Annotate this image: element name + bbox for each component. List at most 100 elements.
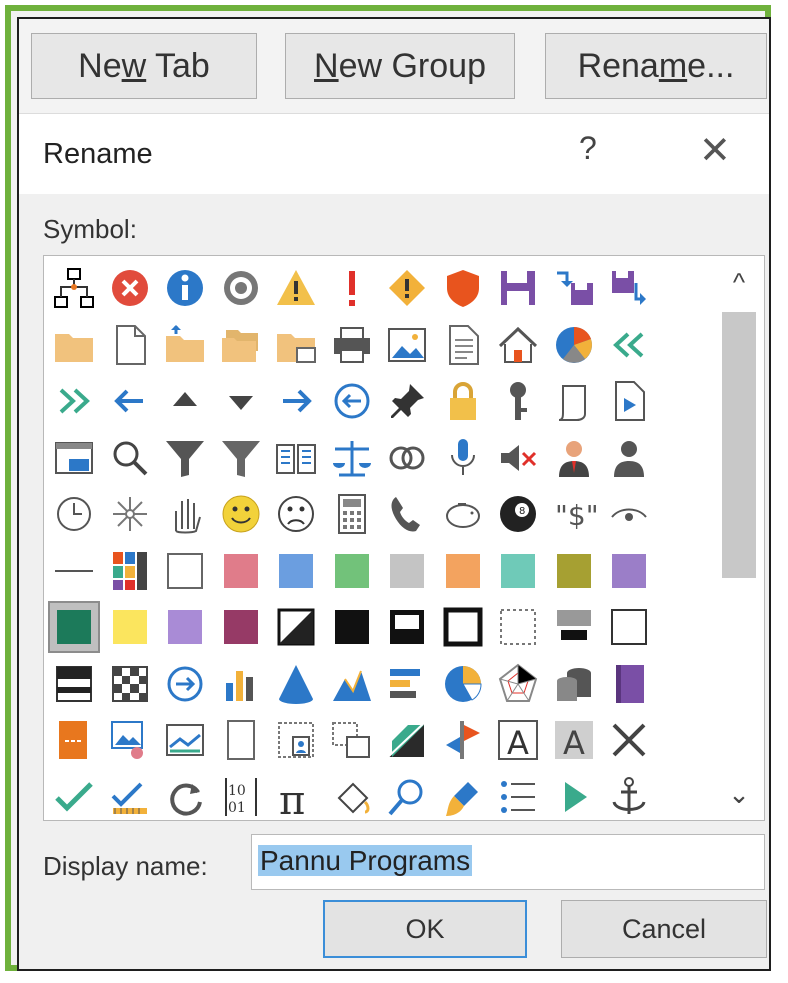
text-a-icon[interactable]: A [494,716,542,764]
text-a-gray-icon[interactable]: A [550,716,598,764]
folder-icon[interactable] [50,321,98,369]
display-name-input[interactable]: Pannu Programs [251,834,765,890]
key-icon[interactable] [494,377,542,425]
paint-brush-icon[interactable] [439,773,487,821]
rename-button[interactable]: Rena m e... [545,33,767,99]
slanted-box-icon[interactable] [383,716,431,764]
banner-square-icon[interactable] [50,660,98,708]
search-lens-icon[interactable] [383,773,431,821]
diamond-warning-icon[interactable] [383,264,431,312]
gray-square-icon[interactable] [383,547,431,595]
org-chart-icon[interactable] [50,264,98,312]
image-edit-icon[interactable] [106,716,154,764]
flag-arrows-icon[interactable] [439,716,487,764]
orange-book-icon[interactable] [50,716,98,764]
maroon-square-icon[interactable] [217,603,265,651]
right-arrow-icon[interactable] [272,377,320,425]
chart-picture-icon[interactable] [161,716,209,764]
scroll-up-icon[interactable]: ^ [714,260,764,304]
back-circle-icon[interactable] [328,377,376,425]
binary-icon[interactable]: 10 01 [217,773,265,821]
cross-icon[interactable] [605,716,653,764]
eye-icon[interactable] [605,490,653,538]
ok-button[interactable]: OK [323,900,527,958]
horizontal-bars-icon[interactable] [383,660,431,708]
color-palette-icon[interactable] [106,547,154,595]
refresh-icon[interactable] [161,773,209,821]
bold-frame-square-icon[interactable] [439,603,487,651]
save-disk-icon[interactable] [494,264,542,312]
microphone-icon[interactable] [439,434,487,482]
hand-icon[interactable] [161,490,209,538]
cone-icon[interactable] [272,660,320,708]
speaker-mute-icon[interactable] [494,434,542,482]
scrollbar-thumb[interactable] [722,312,756,578]
up-triangle-icon[interactable] [161,377,209,425]
layers-icon[interactable] [328,716,376,764]
warning-triangle-icon[interactable] [272,264,320,312]
filter-alt-icon[interactable] [217,434,265,482]
left-arrow-icon[interactable] [106,377,154,425]
calculator-icon[interactable] [328,490,376,538]
help-button[interactable]: ? [579,130,597,167]
padlock-icon[interactable] [439,377,487,425]
check-pen-icon[interactable] [106,773,154,821]
pie-blue-icon[interactable] [439,660,487,708]
user-icon[interactable] [605,434,653,482]
contrast-square-icon[interactable] [272,603,320,651]
checkmark-icon[interactable] [50,773,98,821]
pin-icon[interactable] [383,377,431,425]
exclamation-icon[interactable] [328,264,376,312]
shield-icon[interactable] [439,264,487,312]
database-icon[interactable] [550,660,598,708]
double-left-arrow-icon[interactable] [605,321,653,369]
eight-ball-icon[interactable]: 8 [494,490,542,538]
checker-icon[interactable] [106,660,154,708]
lavender-square-icon[interactable] [161,603,209,651]
olive-square-icon[interactable] [550,547,598,595]
contact-card-icon[interactable] [272,716,320,764]
double-right-arrow-icon[interactable] [50,377,98,425]
target-circle-icon[interactable] [217,264,265,312]
page-curl-icon[interactable] [550,377,598,425]
sparkle-icon[interactable] [106,490,154,538]
folder-up-icon[interactable] [161,321,209,369]
gray-black-square-icon[interactable] [550,603,598,651]
play-icon[interactable] [550,773,598,821]
home-icon[interactable] [494,321,542,369]
teal-square-icon[interactable] [494,547,542,595]
dotted-square-icon[interactable] [494,603,542,651]
picture-icon[interactable] [383,321,431,369]
folders-icon[interactable] [217,321,265,369]
magnifier-icon[interactable] [106,434,154,482]
green-square-icon[interactable] [328,547,376,595]
purple-book-icon[interactable] [605,660,653,708]
scroll-down-icon[interactable]: ⌄ [714,772,764,816]
scrollbar[interactable]: ^ ⌄ [714,256,764,820]
piggy-bank-icon[interactable] [439,490,487,538]
anchor-icon[interactable] [605,773,653,821]
document-icon[interactable] [106,321,154,369]
bullet-list-icon[interactable] [494,773,542,821]
printer-icon[interactable] [328,321,376,369]
pink-square-icon[interactable] [217,547,265,595]
save-from-icon[interactable] [605,264,653,312]
error-circle-icon[interactable] [106,264,154,312]
save-to-icon[interactable] [550,264,598,312]
black-square-icon[interactable] [328,603,376,651]
pie-chart-icon[interactable] [550,321,598,369]
radar-icon[interactable] [494,660,542,708]
smiley-icon[interactable] [217,490,265,538]
rings-icon[interactable] [383,434,431,482]
frown-icon[interactable] [272,490,320,538]
circle-arrow-icon[interactable] [161,660,209,708]
blue-square-icon[interactable] [272,547,320,595]
paint-bucket-icon[interactable] [328,773,376,821]
dollar-quote-icon[interactable]: "$" [550,490,598,538]
line-icon[interactable] [50,547,98,595]
orange-square-icon[interactable] [439,547,487,595]
dark-green-square-icon[interactable] [48,601,100,653]
new-group-button[interactable]: New Group [285,33,515,99]
info-circle-icon[interactable] [161,264,209,312]
filter-icon[interactable] [161,434,209,482]
